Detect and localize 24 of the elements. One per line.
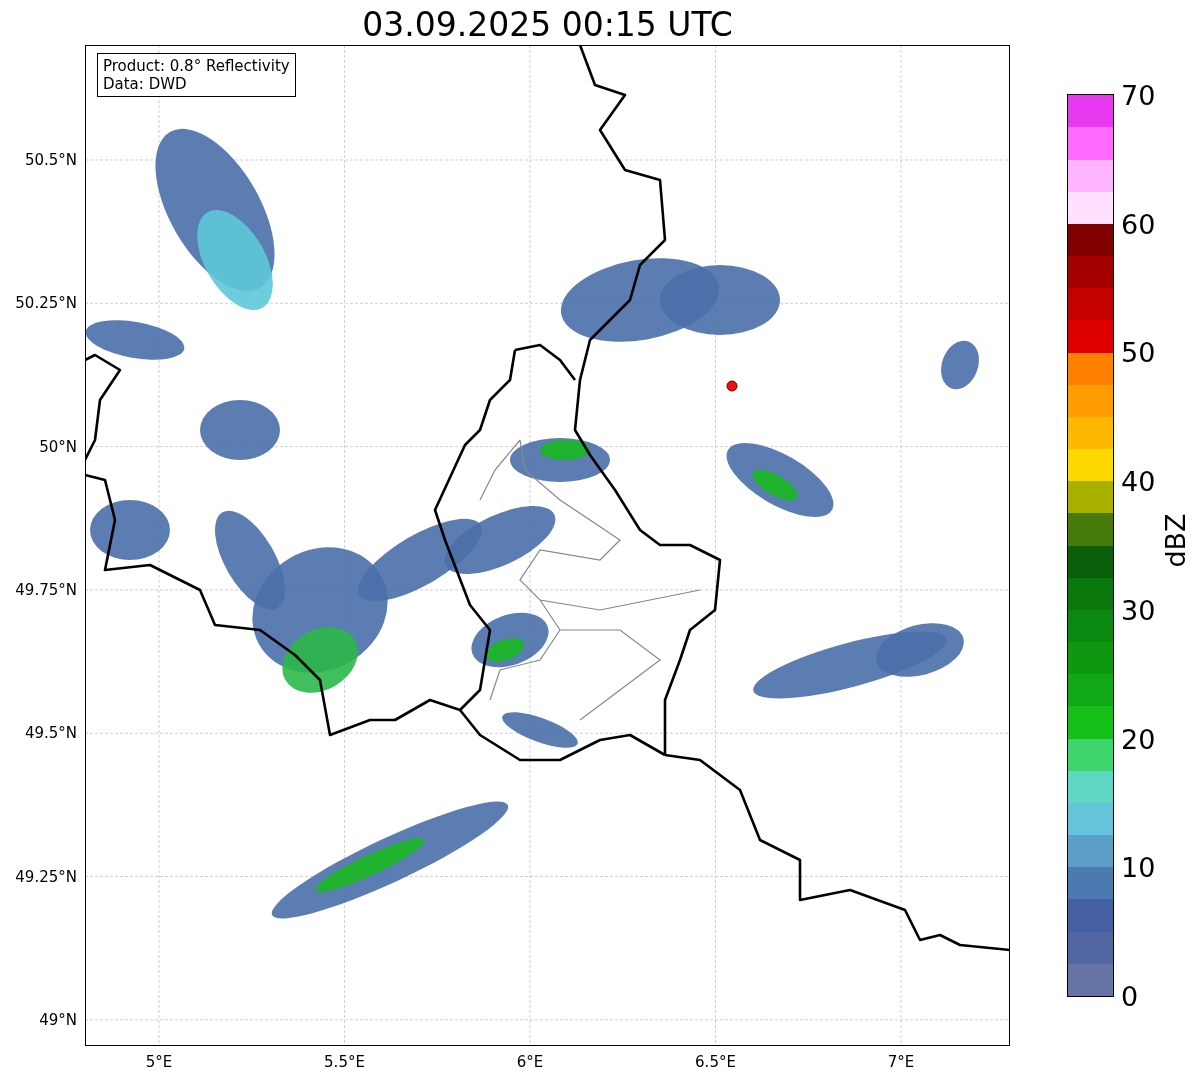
chart-title: 03.09.2025 00:15 UTC	[361, 4, 734, 45]
latitude-label: 49.25°N	[15, 867, 77, 886]
latitude-label: 49.5°N	[24, 724, 77, 743]
colorbar-label: dBZ	[1159, 513, 1191, 568]
longitude-label: 6.5°E	[695, 1053, 736, 1071]
latitude-label: 49.75°N	[15, 580, 77, 599]
colorbar-tick-label: 60	[1121, 208, 1156, 240]
latitude-label: 50°N	[39, 437, 77, 456]
longitude-label: 5°E	[145, 1053, 173, 1071]
colorbar-tick-label: 10	[1121, 851, 1156, 883]
latitude-label: 49°N	[39, 1010, 77, 1029]
latitude-label: 50.25°N	[15, 294, 77, 313]
colorbar-tick-label: 70	[1121, 79, 1156, 111]
colorbar-tick-label: 50	[1121, 336, 1156, 368]
colorbar-tick-label: 20	[1121, 723, 1156, 755]
longitude-label: 7°E	[887, 1053, 915, 1071]
info-text: Product: 0.8° Reflectivity	[103, 57, 290, 75]
latitude-label: 50.5°N	[24, 151, 77, 169]
longitude-label: 5.5°E	[324, 1053, 365, 1071]
colorbar-tick-label: 30	[1121, 594, 1156, 626]
info-text: Data: DWD	[103, 75, 188, 93]
colorbar-tick-label: 0	[1121, 980, 1139, 1012]
colorbar-tick-label: 40	[1121, 465, 1156, 497]
longitude-label: 6°E	[516, 1053, 544, 1071]
